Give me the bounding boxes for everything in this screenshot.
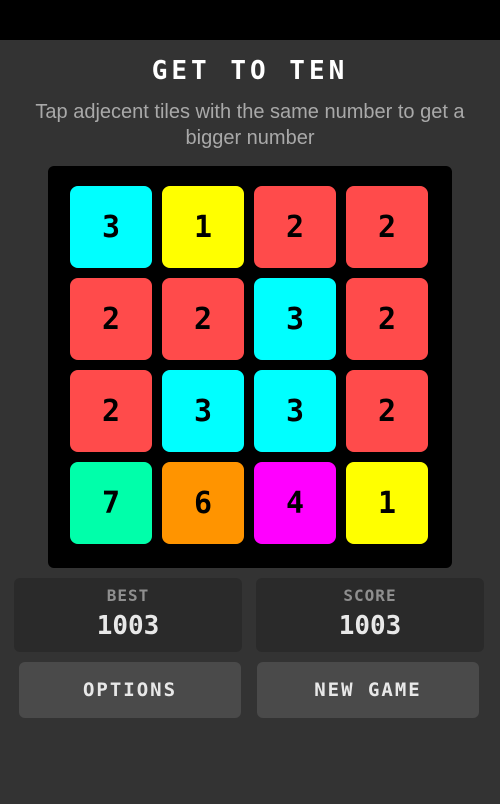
tile-r1-c1[interactable]: 3 [70,186,152,268]
tile-r3-c3[interactable]: 3 [254,370,336,452]
game-title: GET TO TEN [151,56,349,86]
tile-r3-c2[interactable]: 3 [162,370,244,452]
tile-r4-c1[interactable]: 7 [70,462,152,544]
tile-r2-c4[interactable]: 2 [346,278,428,360]
tile-r3-c1[interactable]: 2 [70,370,152,452]
tile-r1-c3[interactable]: 2 [254,186,336,268]
best-value: 1003 [96,611,160,641]
best-score-panel: BEST 1003 [14,578,242,652]
tile-r3-c4[interactable]: 2 [346,370,428,452]
tile-r2-c3[interactable]: 3 [254,278,336,360]
tile-r2-c1[interactable]: 2 [70,278,152,360]
tile-r1-c2[interactable]: 1 [162,186,244,268]
score-value: 1003 [338,611,402,641]
tile-r2-c2[interactable]: 2 [162,278,244,360]
tile-r4-c2[interactable]: 6 [162,462,244,544]
tile-r1-c4[interactable]: 2 [346,186,428,268]
tile-r4-c4[interactable]: 1 [346,462,428,544]
score-label: SCORE [343,586,397,605]
options-button[interactable]: OPTIONS [19,662,241,718]
game-board: 3122223223327641 [48,166,452,568]
new-game-button[interactable]: NEW GAME [257,662,479,718]
game-instructions: Tap adjecent tiles with the same number … [35,101,465,149]
score-panel: SCORE 1003 [256,578,484,652]
best-label: BEST [106,586,150,605]
status-bar [0,0,500,40]
tile-r4-c3[interactable]: 4 [254,462,336,544]
